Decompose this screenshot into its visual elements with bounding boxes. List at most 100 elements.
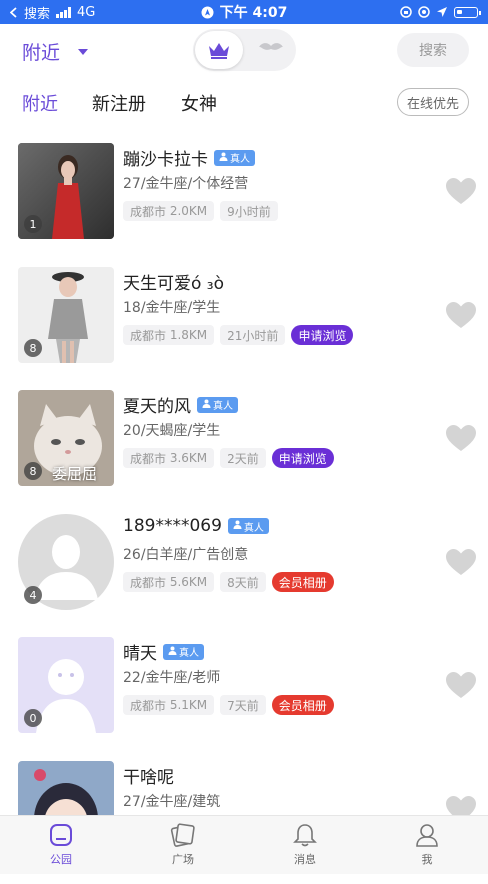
location-circle-icon [201, 6, 214, 19]
user-info: 22/金牛座/老师 [123, 670, 221, 686]
distance-text: 3.6KM [169, 451, 208, 465]
user-row[interactable]: 委屈屈 8 夏天的风 真人 20/天蝎座/学生 成都市 3.6KM 2天前 申请浏览 [0, 390, 488, 513]
nav-label: 我 [421, 853, 433, 866]
nav-label: 消息 [294, 853, 316, 866]
category-tabs: 附近 新注册 女神 在线优先 [0, 84, 488, 120]
like-heart-icon[interactable] [445, 671, 477, 703]
distance-chip: 成都市 5.6KM [123, 572, 215, 592]
member-album-tag[interactable]: 会员相册 [271, 695, 334, 715]
user-name[interactable]: 189****069 [123, 516, 222, 536]
user-row[interactable]: 0 晴天 真人 22/金牛座/老师 成都市 5.1KM 7天前 会员相册 [0, 637, 488, 760]
user-avatar[interactable]: 4 [18, 514, 114, 610]
user-info: 26/白羊座/广告创意 [123, 547, 249, 563]
like-heart-icon[interactable] [445, 301, 477, 333]
mustache-icon[interactable] [258, 41, 284, 55]
verified-badge: 真人 [214, 149, 255, 166]
active-time-chip: 21小时前 [220, 325, 286, 345]
city-text: 成都市 [130, 204, 167, 219]
city-text: 成都市 [130, 328, 167, 343]
user-name[interactable]: 夏天的风 [123, 392, 191, 417]
user-avatar[interactable]: 8 [18, 267, 114, 363]
photo-count-badge: 8 [24, 462, 42, 480]
user-avatar[interactable]: 0 [18, 637, 114, 733]
person-badge-icon [202, 399, 211, 411]
city-selector[interactable]: 附近 [22, 38, 89, 65]
city-label: 附近 [22, 42, 61, 64]
verified-label: 真人 [230, 154, 250, 165]
user-info: 20/天蝎座/学生 [123, 423, 221, 439]
crown-icon [209, 42, 229, 59]
user-row[interactable]: 4 189****069 真人 26/白羊座/广告创意 成都市 5.6KM 8天前 会员相册 [0, 514, 488, 637]
tab-new-register[interactable]: 新注册 [92, 90, 146, 116]
distance-chip: 成都市 2.0KM [123, 201, 215, 221]
user-name[interactable]: 晴天 [123, 639, 157, 664]
nav-label: 公园 [50, 853, 72, 866]
person-badge-icon [233, 520, 242, 532]
verified-label: 真人 [243, 522, 264, 534]
clock: 下午 4:07 [201, 5, 288, 21]
user-name[interactable]: 蹦沙卡拉卡 [123, 145, 208, 170]
user-info: 27/金牛座/个体经营 [123, 176, 249, 192]
distance-chip: 成都市 3.6KM [123, 448, 215, 468]
search-button[interactable]: 搜索 [397, 33, 469, 67]
active-time-chip: 7天前 [220, 695, 266, 715]
online-first-button[interactable]: 在线优先 [397, 88, 469, 116]
user-row[interactable]: 8 天生可爱ó ₃ò 18/金牛座/学生 成都市 1.8KM 21小时前 申请浏览 [0, 267, 488, 390]
status-bar: 搜索 4G 下午 4:07 [0, 0, 488, 24]
distance-text: 2.0KM [169, 204, 208, 218]
active-time-chip: 9小时前 [220, 201, 278, 221]
city-text: 成都市 [130, 451, 167, 466]
user-info: 27/金牛座/建筑 [123, 794, 221, 810]
tab-goddess[interactable]: 女神 [181, 90, 217, 116]
user-avatar[interactable]: 1 [18, 143, 114, 239]
active-time-chip: 2天前 [220, 448, 266, 468]
member-album-tag[interactable]: 会员相册 [271, 572, 334, 592]
photo-count-badge: 1 [24, 215, 42, 233]
request-browse-tag[interactable]: 申请浏览 [291, 325, 354, 345]
like-heart-icon[interactable] [445, 424, 477, 456]
square-icon [170, 823, 195, 847]
verified-label: 真人 [213, 401, 233, 412]
user-info: 18/金牛座/学生 [123, 300, 221, 316]
request-browse-tag[interactable]: 申请浏览 [271, 448, 334, 468]
person-badge-icon [168, 646, 177, 658]
verified-badge: 真人 [227, 518, 269, 534]
user-avatar[interactable]: 委屈屈 8 [18, 390, 114, 486]
photo-count-badge: 0 [24, 709, 42, 727]
park-icon [50, 824, 72, 846]
user-name[interactable]: 干啥呢 [123, 763, 174, 788]
at-icon [418, 6, 430, 18]
person-icon [416, 824, 438, 847]
nav-park[interactable]: 公园 [31, 822, 91, 867]
person-badge-icon [219, 152, 228, 164]
user-row[interactable]: 1 蹦沙卡拉卡 真人 27/金牛座/个体经营 成都市 2.0KM 9小时前 [0, 143, 488, 266]
gender-toggle[interactable] [193, 29, 296, 71]
distance-text: 5.6KM [169, 575, 208, 589]
avatar-caption: 委屈屈 [52, 465, 98, 483]
city-text: 成都市 [130, 698, 167, 713]
like-heart-icon[interactable] [445, 548, 477, 580]
distance-text: 1.8KM [169, 328, 208, 342]
battery-icon [454, 6, 481, 18]
like-heart-icon[interactable] [445, 177, 477, 209]
bottom-nav: 公园 广场 消息 我 [0, 815, 488, 874]
verified-badge: 真人 [163, 643, 204, 660]
nav-me[interactable]: 我 [397, 822, 457, 867]
toggle-female-option[interactable] [195, 31, 243, 69]
bell-icon [293, 824, 317, 847]
distance-text: 5.1KM [169, 698, 208, 712]
verified-label: 真人 [179, 648, 199, 659]
distance-chip: 成都市 1.8KM [123, 325, 215, 345]
verified-badge: 真人 [197, 396, 238, 413]
nav-square[interactable]: 广场 [153, 822, 213, 867]
distance-chip: 成都市 5.1KM [123, 695, 215, 715]
tab-nearby[interactable]: 附近 [22, 90, 58, 116]
user-name[interactable]: 天生可爱ó ₃ò [123, 269, 224, 294]
nav-messages[interactable]: 消息 [275, 822, 335, 867]
nav-label: 广场 [172, 853, 194, 866]
location-arrow-icon [437, 7, 447, 17]
time-text: 下午 4:07 [219, 5, 288, 21]
dropdown-arrow-icon [78, 48, 89, 55]
top-bar: 附近 搜索 [0, 24, 488, 78]
photo-count-badge: 8 [24, 339, 42, 357]
